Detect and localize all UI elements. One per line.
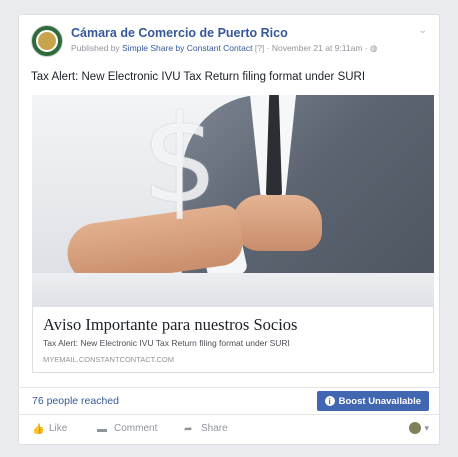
post-text: Tax Alert: New Electronic IVU Tax Return… <box>31 71 366 83</box>
chamber-logo-icon <box>36 30 58 52</box>
link-preview-box[interactable]: Aviso Importante para nuestros Socios Ta… <box>32 307 434 373</box>
page-avatar[interactable] <box>31 25 63 57</box>
chevron-down-icon: ▾ <box>424 422 429 433</box>
published-by-label: Published by <box>71 43 120 53</box>
globe-icon <box>409 422 422 434</box>
boost-label: Boost Unavailable <box>338 395 421 407</box>
people-reached-link[interactable]: 76 people reached <box>32 395 119 407</box>
page-name-link[interactable]: Cámara de Comercio de Puerto Rico <box>71 26 288 40</box>
boost-button[interactable]: i Boost Unavailable <box>316 391 429 411</box>
post-header: Cámara de Comercio de Puerto Rico Publis… <box>31 25 429 61</box>
dollar-sign-icon: $ <box>142 95 219 230</box>
info-icon: i <box>324 396 335 406</box>
thumbs-up-icon: 👍 <box>32 423 45 435</box>
link-preview-title: Aviso Importante para nuestros Socios <box>43 315 298 334</box>
like-label: Like <box>49 423 68 434</box>
table-surface <box>32 273 434 307</box>
meta-marker: [?] <box>254 43 265 53</box>
post-timestamp[interactable]: November 21 at 9:11am <box>272 43 363 53</box>
audience-globe-icon: ◍ <box>369 43 378 53</box>
share-label: Share <box>201 423 228 434</box>
link-preview-image[interactable]: $ <box>32 95 434 307</box>
chevron-down-icon[interactable]: ⌄ <box>419 25 427 36</box>
comment-button[interactable]: ▬ Comment <box>97 423 158 435</box>
post-stats-bar: 76 people reached i Boost Unavailable <box>19 387 439 415</box>
comment-label: Comment <box>114 423 158 434</box>
share-icon: ➦ <box>184 423 193 435</box>
post-card: Cámara de Comercio de Puerto Rico Publis… <box>18 14 440 445</box>
audience-selector[interactable]: ▾ <box>409 422 429 434</box>
like-button[interactable]: 👍 Like <box>32 423 68 435</box>
app-link[interactable]: Simple Share by Constant Contact <box>122 43 252 53</box>
right-hand-shape <box>232 195 322 251</box>
post-meta: Published by Simple Share by Constant Co… <box>71 43 378 53</box>
comment-icon: ▬ <box>97 423 107 435</box>
share-button[interactable]: ➦ Share <box>184 423 228 435</box>
link-preview-description: Tax Alert: New Electronic IVU Tax Return… <box>43 338 290 348</box>
post-actions-bar: 👍 Like ▬ Comment ➦ Share ▾ <box>19 417 439 443</box>
link-preview-domain: myemail.constantcontact.com <box>43 355 174 364</box>
